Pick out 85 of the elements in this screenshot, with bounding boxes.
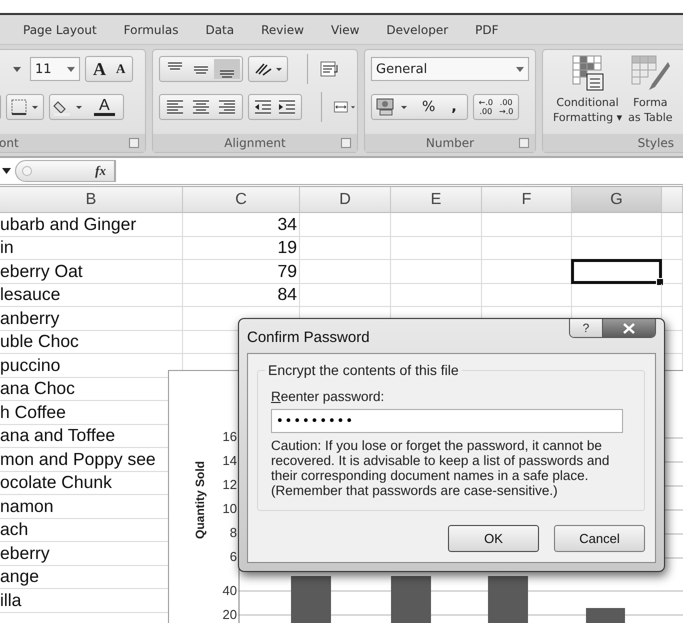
help-button[interactable]: ? (570, 319, 603, 337)
table-brush-icon (630, 54, 670, 92)
chart-bar (488, 576, 528, 623)
dialog-launcher-icon[interactable] (129, 138, 139, 148)
axis-tick-label: 8 (228, 525, 237, 541)
field-label: Reenter password: (271, 389, 386, 404)
decrease-decimal-button[interactable]: .00 →.0 (496, 98, 516, 116)
dialog-launcher-icon[interactable] (341, 138, 351, 148)
shrink-font-button[interactable]: A (111, 61, 130, 77)
caret-icon (67, 66, 75, 72)
axis-tick-label: 20 (222, 607, 237, 623)
ribbon-tab[interactable]: PDF (462, 18, 513, 40)
axis-tick-label: 6 (228, 549, 237, 565)
format-as-table-button[interactable]: Forma as Table (628, 54, 673, 125)
group-box-title: Encrypt the contents of this file (265, 362, 462, 378)
number-format-dropdown[interactable]: General (371, 57, 529, 81)
table-cell: eberry Oat (0, 260, 83, 282)
caret-icon[interactable] (13, 66, 21, 72)
close-icon (622, 322, 636, 334)
ribbon-tab[interactable]: Data (192, 18, 248, 40)
table-cell: namon (0, 496, 54, 517)
table-cell: ana Choc (0, 378, 75, 400)
ribbon-tab[interactable]: View (318, 18, 374, 40)
borders-button[interactable] (6, 94, 44, 120)
chart-bar (391, 576, 431, 623)
group-label: Styles (638, 136, 674, 150)
column-header[interactable]: B (0, 187, 183, 212)
font-size-dropdown[interactable]: 11 (30, 57, 80, 81)
conditional-formatting-button[interactable]: Conditional Formatting ▾ (553, 54, 622, 125)
chart-bar (586, 608, 625, 623)
active-cell-outline[interactable] (571, 259, 662, 284)
axis-tick-label: 40 (222, 583, 237, 599)
column-header[interactable]: G (572, 187, 662, 212)
increase-decimal-button[interactable]: ←.0 .00 (476, 98, 496, 116)
conditional-formatting-icon (570, 54, 605, 92)
table-cell: lesauce (0, 284, 60, 306)
insert-function-button[interactable]: fx (95, 163, 106, 179)
ribbon-tab[interactable]: Page Layout (10, 18, 111, 40)
group-label: Number (426, 136, 474, 150)
table-cell: ach (0, 519, 28, 540)
table-cell: ubarb and Ginger (0, 214, 136, 235)
column-header[interactable]: D (300, 187, 391, 212)
circle-icon (22, 166, 32, 176)
axis-tick-label: 12 (222, 477, 237, 493)
table-cell: ana and Toffee (0, 425, 116, 446)
table-cell: ocolate Chunk (0, 472, 112, 494)
percent-button[interactable]: % (414, 99, 444, 115)
cancel-button[interactable]: Cancel (554, 525, 645, 552)
table-cell: 19 (278, 237, 297, 258)
caret-icon (516, 66, 524, 72)
table-cell: illa (0, 590, 22, 611)
grow-font-button[interactable]: A (88, 58, 111, 80)
close-button[interactable] (603, 319, 655, 337)
bottom-align-icon[interactable] (214, 59, 240, 79)
ok-button[interactable]: OK (448, 525, 539, 552)
font-color-button[interactable]: A (94, 98, 115, 116)
ribbon-tab[interactable]: Review (248, 18, 318, 40)
table-cell: 79 (278, 260, 297, 282)
column-header[interactable]: C (183, 187, 300, 212)
table-cell: mon and Poppy see (0, 448, 156, 470)
caret-icon[interactable] (2, 168, 11, 174)
axis-tick-label: 10 (222, 501, 237, 517)
chart-bar (291, 576, 331, 623)
password-field[interactable]: ••••••••• (271, 409, 623, 433)
table-cell: uble Choc (0, 331, 79, 352)
group-label: ont (0, 136, 19, 150)
dialog-launcher-icon[interactable] (519, 138, 529, 148)
comma-style-button[interactable]: , (443, 99, 465, 115)
table-cell: 84 (278, 284, 297, 306)
ribbon-tab[interactable]: Developer (373, 18, 462, 40)
ribbon-tab[interactable]: Formulas (110, 18, 192, 40)
table-cell: h Coffee (0, 402, 66, 423)
group-label: Alignment (224, 136, 286, 150)
column-header[interactable]: E (391, 187, 482, 212)
table-cell: in (0, 237, 14, 258)
dialog-title: Confirm Password (247, 329, 370, 346)
table-cell: eberry (0, 542, 50, 564)
table-cell: 34 (278, 214, 297, 235)
caution-text: Caution: If you lose or forget the password, it cannot be recovered. It is advisable to keep a list of passwords and their corresponding document names in a safe place. (Remember that passwords are case-sensitive.) (271, 438, 610, 498)
table-cell: ange (0, 566, 39, 588)
table-cell: anberry (0, 308, 60, 329)
axis-tick-label: 16 (222, 429, 237, 445)
axis-tick-label: 14 (222, 453, 237, 469)
table-cell: puccino (0, 354, 60, 376)
axis-title: Quantity Sold (193, 461, 207, 539)
